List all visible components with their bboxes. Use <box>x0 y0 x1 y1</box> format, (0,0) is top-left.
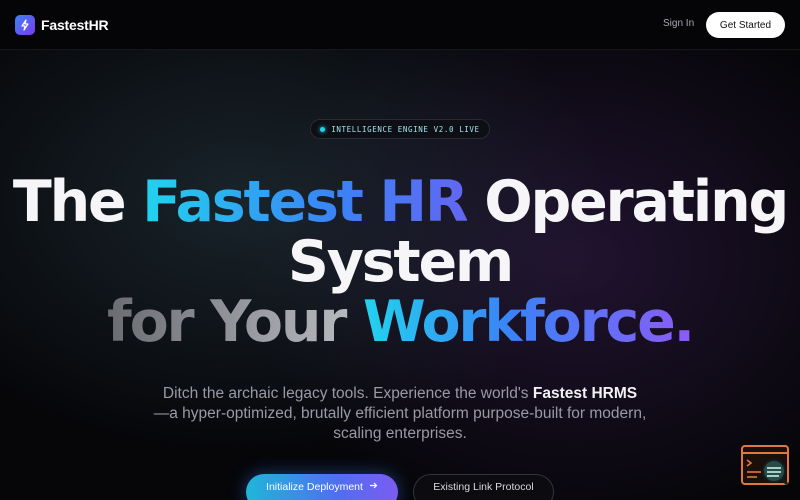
hero-headline: The Fastest HR Operating System for Your… <box>0 172 800 352</box>
headline-for-your: for Your <box>106 289 363 355</box>
get-started-button[interactable]: Get Started <box>706 12 785 38</box>
headline-fastest-hr: Fastest HR <box>142 169 469 235</box>
status-badge: INTELLIGENCE ENGINE V2.0 LIVE <box>310 119 490 139</box>
arrow-right-icon <box>369 481 378 493</box>
landing-page: FastestHR Sign In Get Started INTELLIGEN… <box>0 0 800 500</box>
lightning-bolt-icon <box>15 15 35 35</box>
subtitle-text-1: Ditch the archaic legacy tools. Experien… <box>162 385 533 402</box>
subtitle-highlight: Fastest HRMS <box>532 385 638 402</box>
live-dot-icon <box>320 126 326 132</box>
secondary-button-label: Existing Link Protocol <box>433 481 534 493</box>
brand-logo[interactable]: FastestHR <box>15 14 109 36</box>
headline-workforce: Workforce. <box>362 289 695 355</box>
headline-operating: Operating <box>466 169 789 235</box>
brand-name: FastestHR <box>41 17 109 33</box>
subtitle-text-2: —a hyper-optimized, brutally efficient p… <box>153 405 647 442</box>
terminal-search-icon[interactable] <box>741 445 791 487</box>
badge-label: INTELLIGENCE ENGINE V2.0 LIVE <box>331 124 480 134</box>
primary-button-label: Initialize Deployment <box>266 481 363 493</box>
sign-in-link[interactable]: Sign In <box>663 18 694 29</box>
headline-line-1: The Fastest HR Operating <box>0 172 800 232</box>
top-nav: FastestHR Sign In Get Started <box>0 0 800 50</box>
existing-link-protocol-button[interactable]: Existing Link Protocol <box>413 474 554 500</box>
headline-the: The <box>12 169 143 235</box>
headline-line-3: for Your Workforce. <box>0 292 800 352</box>
headline-line-2: System <box>287 229 514 295</box>
hero-subtitle: Ditch the archaic legacy tools. Experien… <box>150 384 650 444</box>
initialize-deployment-button[interactable]: Initialize Deployment <box>246 474 398 500</box>
